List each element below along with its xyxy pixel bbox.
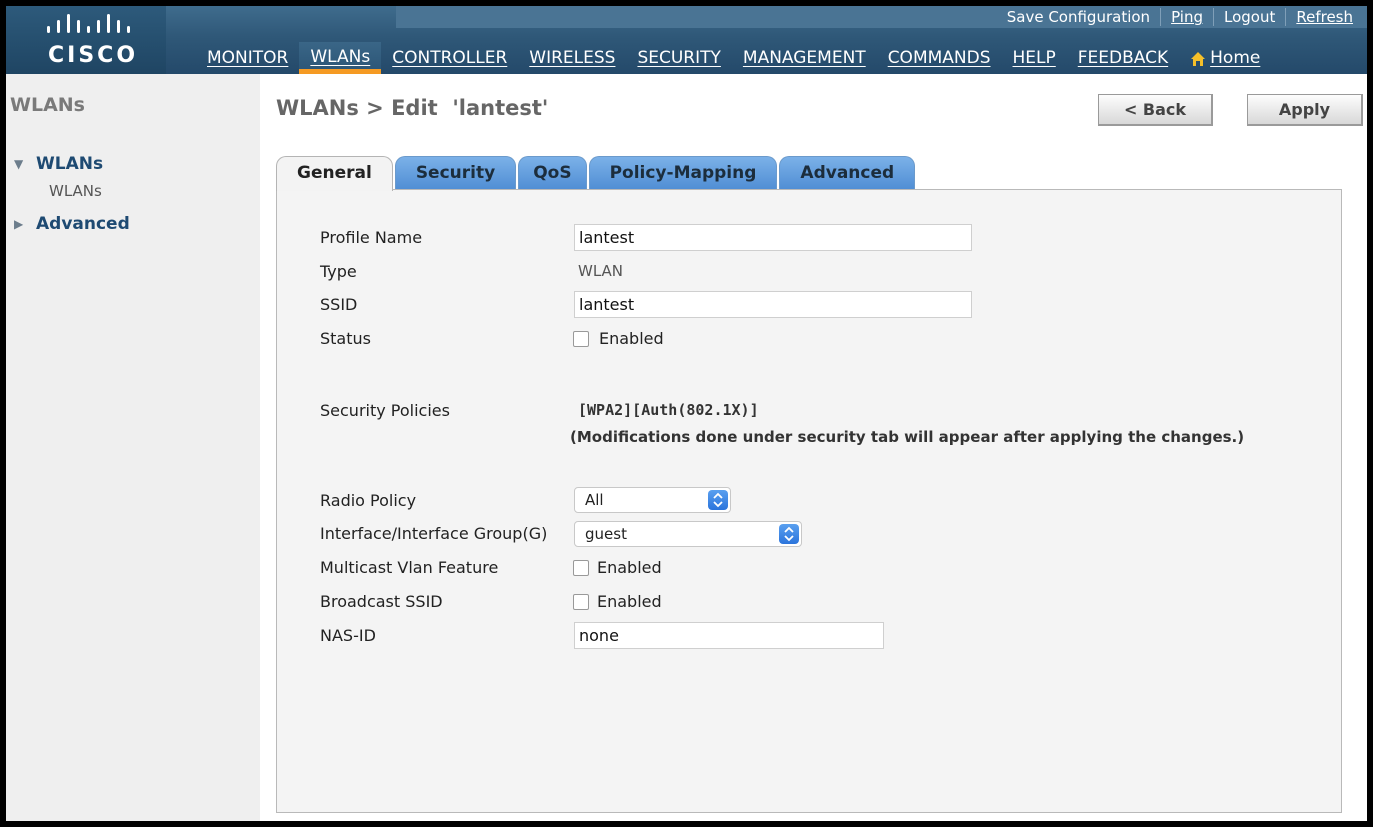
logout-link[interactable]: Logout (1214, 7, 1285, 27)
profile-name-label: Profile Name (320, 228, 423, 247)
home-icon (1191, 52, 1206, 66)
type-label: Type (320, 262, 357, 281)
app-window: CISCO Save Configuration Ping Logout Ref… (6, 6, 1367, 821)
sidebar-item-wlans[interactable]: WLANs (49, 182, 102, 200)
interface-group-label: Interface/Interface Group(G) (320, 524, 548, 543)
home-label: Home (1210, 48, 1261, 68)
radio-policy-label: Radio Policy (320, 491, 417, 510)
ssid-input[interactable]: lantest (574, 291, 972, 318)
sidebar-group-label: WLANs (36, 154, 104, 174)
multicast-vlan-checkbox-row[interactable]: Enabled (573, 558, 662, 577)
sidebar: WLANs ▼ WLANs WLANs ▶ Advanced (6, 74, 260, 821)
status-checkbox[interactable] (573, 330, 589, 347)
broadcast-ssid-checkbox-label: Enabled (597, 592, 662, 611)
nav-management[interactable]: MANAGEMENT (732, 42, 877, 74)
nav-help[interactable]: HELP (1002, 42, 1067, 74)
nav-security[interactable]: SECURITY (626, 42, 731, 74)
top-header: CISCO Save Configuration Ping Logout Ref… (6, 6, 1367, 74)
status-label: Status (320, 329, 371, 348)
nas-id-input[interactable]: none (574, 622, 884, 649)
nav-wlans[interactable]: WLANs (299, 42, 382, 74)
tab-advanced[interactable]: Advanced (779, 156, 916, 190)
select-arrows-icon (708, 490, 728, 510)
apply-button[interactable]: Apply (1247, 94, 1363, 126)
type-value: WLAN (578, 262, 624, 280)
main-nav: MONITOR WLANs CONTROLLER WIRELESS SECURI… (196, 42, 1271, 74)
ping-link[interactable]: Ping (1161, 7, 1213, 27)
tab-qos[interactable]: QoS (518, 156, 587, 190)
nav-wireless[interactable]: WIRELESS (518, 42, 626, 74)
collapsed-triangle-icon: ▶ (14, 217, 24, 231)
page-title: WLANs > Edit 'lantest' (276, 96, 549, 120)
nav-feedback[interactable]: FEEDBACK (1067, 42, 1179, 74)
tab-security[interactable]: Security (394, 156, 517, 190)
top-links: Save Configuration Ping Logout Refresh (997, 6, 1363, 28)
security-policies-label: Security Policies (320, 401, 450, 420)
refresh-link[interactable]: Refresh (1286, 7, 1363, 27)
broadcast-ssid-label: Broadcast SSID (320, 592, 443, 611)
nas-id-label: NAS-ID (320, 626, 376, 645)
broadcast-ssid-checkbox-row[interactable]: Enabled (573, 592, 662, 611)
sidebar-title: WLANs (10, 94, 85, 116)
multicast-vlan-label: Multicast Vlan Feature (320, 558, 499, 577)
nav-commands[interactable]: COMMANDS (877, 42, 1002, 74)
cisco-logo-text: CISCO (48, 43, 139, 68)
tab-policy-mapping[interactable]: Policy-Mapping (588, 156, 778, 190)
nav-monitor[interactable]: MONITOR (196, 42, 299, 74)
ssid-label: SSID (320, 295, 358, 314)
general-tab-panel (276, 189, 1342, 813)
status-checkbox-row[interactable]: Enabled (573, 329, 664, 348)
security-policies-note: (Modifications done under security tab w… (570, 428, 1245, 446)
multicast-vlan-checkbox[interactable] (573, 559, 589, 576)
save-configuration-link[interactable]: Save Configuration (997, 7, 1160, 27)
nav-home[interactable]: Home (1179, 42, 1271, 74)
tab-general[interactable]: General (276, 156, 393, 191)
interface-group-value: guest (585, 525, 627, 543)
sidebar-group-label: Advanced (36, 214, 130, 234)
expanded-triangle-icon: ▼ (14, 157, 24, 171)
multicast-vlan-checkbox-label: Enabled (597, 558, 662, 577)
select-arrows-icon (779, 524, 799, 544)
sidebar-group-wlans[interactable]: ▼ WLANs (14, 154, 103, 174)
cisco-logo-icon (47, 14, 130, 33)
broadcast-ssid-checkbox[interactable] (573, 593, 589, 610)
radio-policy-value: All (585, 491, 604, 509)
interface-group-select[interactable]: guest (574, 521, 802, 547)
back-button[interactable]: < Back (1098, 94, 1213, 126)
profile-name-input[interactable]: lantest (574, 224, 972, 251)
status-checkbox-label: Enabled (599, 329, 664, 348)
logo-block: CISCO (6, 6, 166, 74)
tab-bar: General Security QoS Policy-Mapping Adva… (276, 156, 917, 191)
radio-policy-select[interactable]: All (574, 487, 731, 513)
nav-controller[interactable]: CONTROLLER (381, 42, 518, 74)
security-policies-value: [WPA2][Auth(802.1X)] (578, 401, 759, 419)
sidebar-group-advanced[interactable]: ▶ Advanced (14, 214, 130, 234)
